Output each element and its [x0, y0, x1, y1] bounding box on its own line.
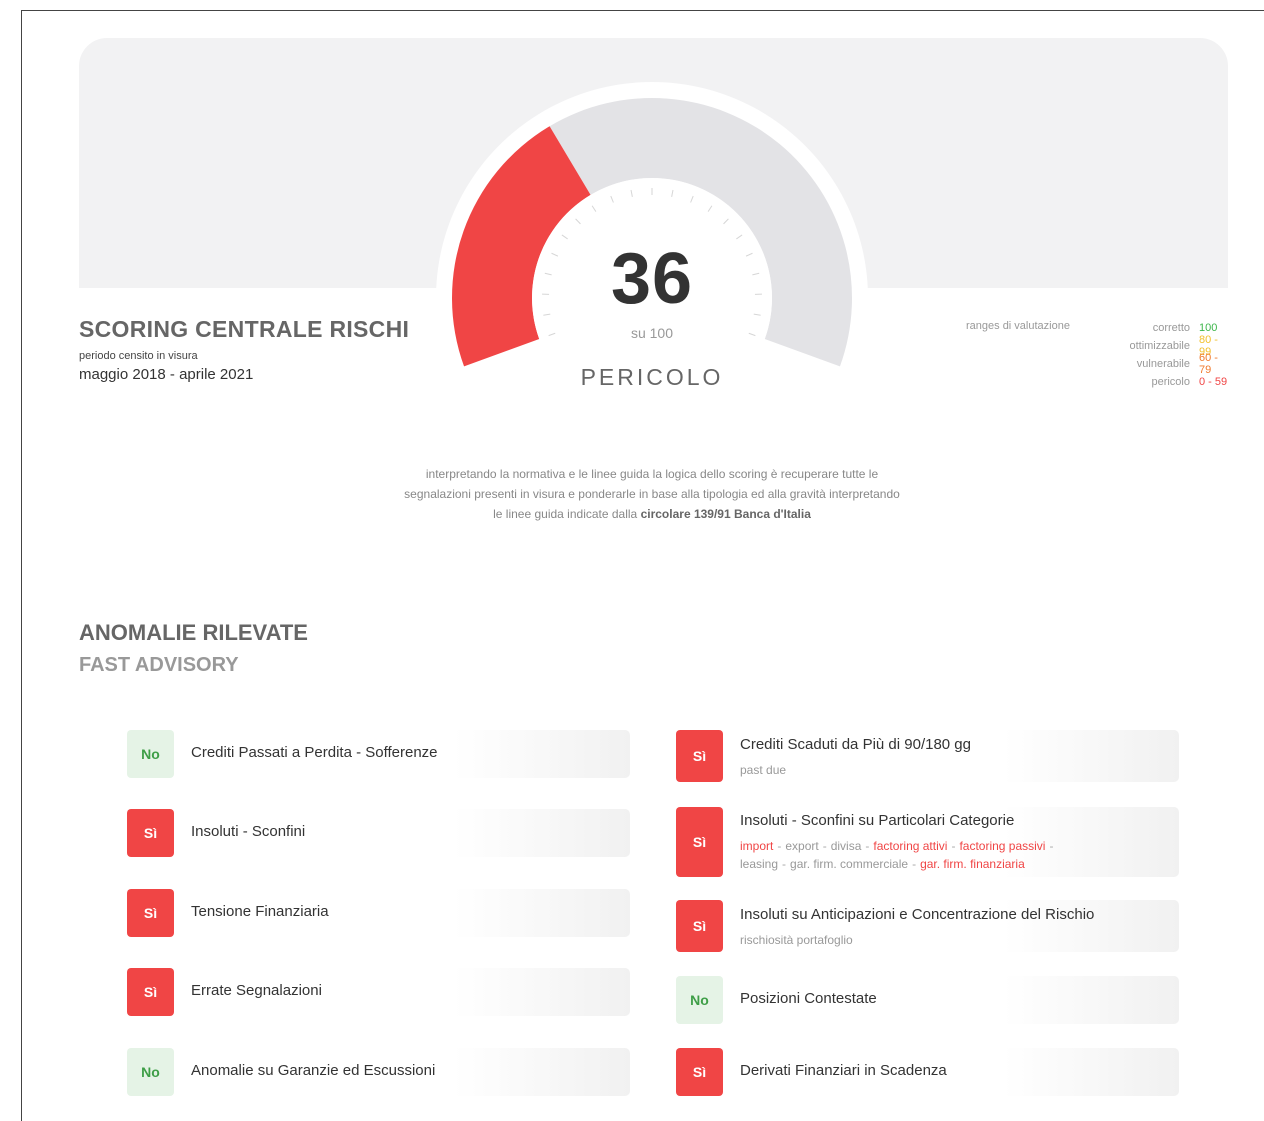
anomaly-card[interactable]: No Posizioni Contestate — [676, 976, 1179, 1024]
anomalies-subtitle: FAST ADVISORY — [79, 654, 239, 676]
anomaly-label: Anomalie su Garanzie ed Escussioni — [191, 1062, 436, 1079]
category-tag: gar. firm. commerciale — [790, 857, 909, 871]
anomaly-card[interactable]: Sì Errate Segnalazioni — [127, 968, 630, 1016]
score-value: 36 — [610, 239, 694, 319]
status-badge: Sì — [676, 730, 723, 782]
anomaly-label: Derivati Finanziari in Scadenza — [740, 1062, 947, 1079]
anomaly-card[interactable]: Sì Derivati Finanziari in Scadenza — [676, 1048, 1179, 1096]
period-caption: periodo censito in visura — [79, 350, 198, 362]
tag-separator: - — [1049, 839, 1054, 853]
ranges-legend: corretto 100 ottimizzabile 80 - 99 vulne… — [1080, 319, 1230, 391]
anomalies-title: ANOMALIE RILEVATE — [79, 620, 308, 645]
score-scale: su 100 — [630, 325, 674, 341]
category-tag: factoring passivi — [959, 839, 1046, 853]
anomaly-card[interactable]: Sì Insoluti su Anticipazioni e Concentra… — [676, 900, 1179, 952]
note-line: le linee guida indicate dalla circolare … — [352, 504, 952, 524]
anomaly-label: Errate Segnalazioni — [191, 982, 322, 999]
category-tag: factoring attivi — [873, 839, 948, 853]
anomaly-subtitle: rischiosità portafoglio — [740, 933, 853, 947]
anomaly-card[interactable]: Sì Insoluti - Sconfini su Particolari Ca… — [676, 807, 1179, 877]
period-value: maggio 2018 - aprile 2021 — [79, 366, 254, 383]
anomaly-label: Insoluti - Sconfini — [191, 823, 306, 840]
category-tag: leasing — [740, 857, 779, 871]
status-badge: Sì — [127, 889, 174, 937]
status-badge: No — [127, 1048, 174, 1096]
status-badge: No — [127, 730, 174, 778]
anomaly-label: Insoluti su Anticipazioni e Concentrazio… — [740, 906, 1095, 923]
ranges-title: ranges di valutazione — [966, 320, 1070, 332]
category-tag: import — [740, 839, 774, 853]
range-value: 60 - 79 — [1199, 352, 1218, 376]
tag-separator: - — [865, 839, 870, 853]
anomaly-label: Posizioni Contestate — [740, 990, 877, 1007]
category-tags: import - export - divisa - factoring attivi - fa… — [740, 837, 1160, 873]
anomaly-card[interactable]: Sì Crediti Scaduti da Più di 90/180 gg p… — [676, 730, 1179, 782]
tag-separator: - — [822, 839, 827, 853]
tag-separator: - — [912, 857, 917, 871]
note-line: segnalazioni presenti in visura e ponder… — [404, 487, 900, 501]
status-badge: Sì — [676, 807, 723, 877]
tag-separator: - — [782, 857, 787, 871]
page-title: SCORING CENTRALE RISCHI — [79, 316, 410, 342]
report-header: SCORING CENTRALE RISCHI periodo censito … — [79, 316, 409, 383]
status-badge: No — [676, 976, 723, 1024]
status-badge: Sì — [676, 900, 723, 952]
note-text: le linee guida indicate dalla — [493, 507, 641, 521]
anomaly-card[interactable]: Sì Insoluti - Sconfini — [127, 809, 630, 857]
category-tag: export — [785, 839, 819, 853]
status-badge: Sì — [127, 968, 174, 1016]
note-line: interpretando la normativa e le linee gu… — [425, 467, 879, 481]
status-badge: Sì — [127, 809, 174, 857]
anomaly-label: Tensione Finanziaria — [191, 903, 329, 920]
range-row: pericolo 0 - 59 — [1080, 373, 1230, 391]
tag-separator: - — [777, 839, 782, 853]
range-name: pericolo — [1151, 376, 1190, 388]
anomaly-label: Crediti Passati a Perdita - Sofferenze — [191, 744, 438, 761]
range-row: vulnerabile 60 - 79 — [1080, 352, 1230, 376]
anomaly-label: Crediti Scaduti da Più di 90/180 gg — [740, 736, 971, 753]
scoring-note: interpretando la normativa e le linee gu… — [352, 464, 952, 524]
note-reference: circolare 139/91 Banca d'Italia — [640, 507, 811, 521]
category-tag: divisa — [830, 839, 862, 853]
status-badge: Sì — [676, 1048, 723, 1096]
anomaly-label: Insoluti - Sconfini su Particolari Categ… — [740, 812, 1015, 829]
range-value: 100 — [1199, 322, 1218, 334]
range-name: corretto — [1152, 322, 1190, 334]
range-name: vulnerabile — [1136, 358, 1190, 370]
anomaly-card[interactable]: Sì Tensione Finanziaria — [127, 889, 630, 937]
tag-separator: - — [951, 839, 956, 853]
range-name: ottimizzabile — [1129, 340, 1190, 352]
category-tag: gar. firm. finanziaria — [920, 857, 1025, 871]
anomaly-card[interactable]: No Crediti Passati a Perdita - Sofferenz… — [127, 730, 630, 778]
range-value: 0 - 59 — [1199, 376, 1228, 388]
score-status: PERICOLO — [580, 364, 724, 390]
anomaly-card[interactable]: No Anomalie su Garanzie ed Escussioni — [127, 1048, 630, 1096]
anomaly-subtitle: past due — [740, 763, 787, 777]
